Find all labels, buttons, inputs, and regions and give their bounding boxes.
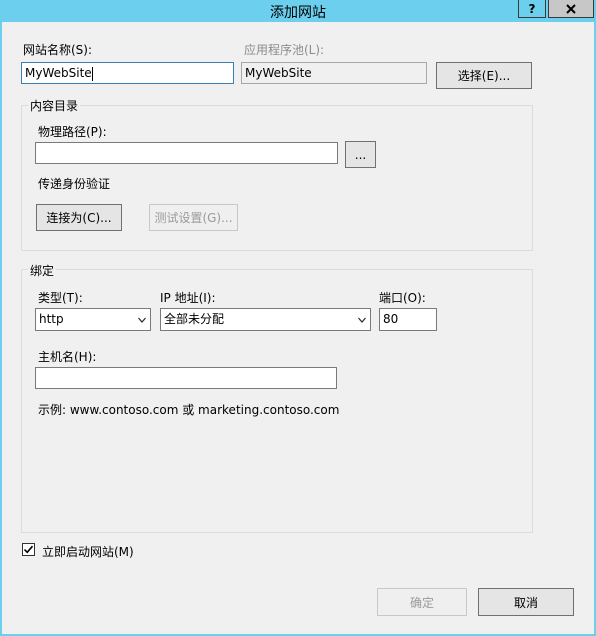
- type-dropdown[interactable]: http: [35, 308, 151, 331]
- ok-button[interactable]: 确定: [377, 588, 467, 616]
- host-name-input[interactable]: [35, 367, 337, 389]
- close-button[interactable]: [548, 0, 594, 18]
- physical-path-input[interactable]: [35, 142, 338, 164]
- checkmark-icon: [23, 545, 34, 554]
- binding-title: 绑定: [28, 262, 57, 279]
- type-label: 类型(T):: [38, 291, 83, 305]
- test-settings-button[interactable]: 测试设置(G)...: [149, 204, 238, 231]
- start-site-label: 立即启动网站(M): [42, 545, 134, 559]
- start-site-checkbox[interactable]: [22, 543, 35, 556]
- title-bar: 添加网站 ?: [0, 0, 596, 22]
- dialog-body: 网站名称(S): MyWebSite 应用程序池(L): MyWebSite 选…: [2, 22, 594, 634]
- browse-button[interactable]: ...: [345, 141, 376, 168]
- site-name-value: MyWebSite: [25, 66, 92, 80]
- ip-address-label: IP 地址(I):: [160, 291, 216, 305]
- port-input[interactable]: 80: [379, 308, 437, 331]
- connect-as-button[interactable]: 连接为(C)...: [36, 204, 122, 231]
- site-name-input[interactable]: MyWebSite: [21, 62, 234, 84]
- ip-address-dropdown[interactable]: 全部未分配: [160, 308, 371, 331]
- site-name-label: 网站名称(S):: [23, 43, 93, 57]
- chevron-down-icon: [358, 317, 366, 323]
- physical-path-label: 物理路径(P):: [38, 125, 107, 139]
- app-pool-label: 应用程序池(L):: [244, 43, 325, 57]
- host-name-example: 示例: www.contoso.com 或 marketing.contoso.…: [38, 403, 340, 417]
- chevron-down-icon: [138, 317, 146, 323]
- type-value: http: [39, 312, 64, 326]
- help-button[interactable]: ?: [518, 0, 546, 18]
- text-caret: [91, 66, 93, 81]
- ip-address-value: 全部未分配: [164, 312, 225, 326]
- close-icon: [566, 3, 576, 14]
- port-label: 端口(O):: [379, 291, 426, 305]
- window-title: 添加网站: [270, 5, 326, 21]
- pass-through-auth-label: 传递身份验证: [38, 177, 111, 191]
- select-app-pool-button[interactable]: 选择(E)...: [436, 62, 532, 89]
- content-directory-title: 内容目录: [28, 97, 81, 114]
- cancel-button[interactable]: 取消: [478, 588, 574, 616]
- app-pool-field: MyWebSite: [241, 62, 427, 84]
- app-pool-value: MyWebSite: [245, 66, 312, 80]
- question-mark-icon: ?: [528, 1, 536, 16]
- host-name-label: 主机名(H):: [38, 350, 97, 364]
